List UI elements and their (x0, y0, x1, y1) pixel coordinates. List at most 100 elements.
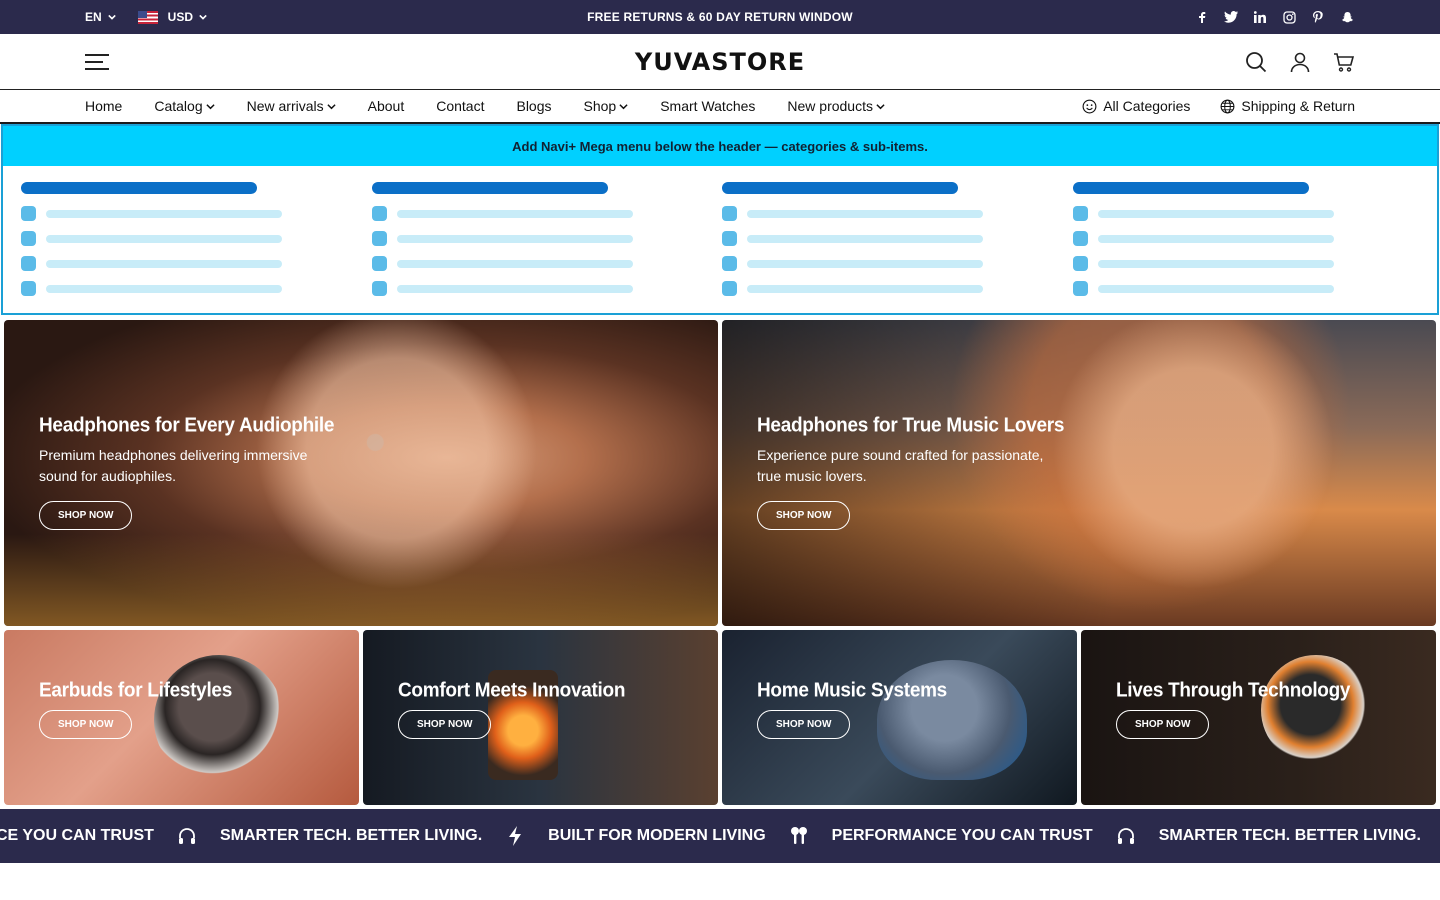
banner-description: Experience pure sound crafted for passio… (757, 447, 1044, 484)
banner-title: Comfort Meets Innovation (398, 679, 626, 702)
nav-item-label: Catalog (154, 98, 203, 114)
nav-item-label: Home (85, 98, 123, 114)
category-placeholder (21, 182, 257, 194)
chevron-down-icon (327, 103, 336, 109)
subitem-placeholder (1072, 231, 1422, 246)
search-icon[interactable] (1245, 51, 1267, 73)
subitem-placeholder (21, 256, 370, 271)
banner-home-music[interactable]: Home Music Systems SHOP NOW (722, 630, 1077, 805)
nav-item-shop[interactable]: Shop (584, 98, 629, 114)
nav-item-home[interactable]: Home (85, 98, 122, 114)
marquee-strip: RMANCE YOU CAN TRUST SMARTER TECH. BETTE… (0, 809, 1440, 863)
nav-item-blogs[interactable]: Blogs (516, 98, 551, 114)
marquee-item: RMANCE YOU CAN TRUST (0, 827, 154, 844)
subitem-placeholder (1072, 281, 1422, 296)
instagram-icon[interactable] (1281, 9, 1297, 25)
marquee-item: PERFORMANCE YOU CAN TRUST (831, 827, 1093, 844)
linkedin-icon[interactable] (1252, 9, 1268, 25)
announcement-bar: EN USD FREE RETURNS & 60 DAY RETURN WIND… (0, 0, 1440, 34)
nav-item-smart-watches[interactable]: Smart Watches (660, 98, 755, 114)
mega-menu-notice: Add Navi+ Mega menu below the header — c… (3, 126, 1437, 166)
currency-selector[interactable]: USD (137, 10, 207, 24)
subitem-placeholder (722, 206, 1071, 221)
nav-item-label: Smart Watches (660, 98, 756, 114)
lightning-icon (504, 825, 526, 847)
hero-banners: Headphones for Every Audiophile Premium … (0, 320, 1440, 626)
snapchat-icon[interactable] (1339, 9, 1355, 25)
mega-menu-column (19, 182, 370, 306)
subitem-placeholder (722, 281, 1071, 296)
all-categories-label: All Categories (1103, 98, 1191, 114)
chevron-down-icon (199, 14, 207, 20)
subitem-placeholder (1072, 256, 1422, 271)
banner-technology[interactable]: Lives Through Technology SHOP NOW (1081, 630, 1436, 805)
store-logo[interactable]: YUVASTORE (635, 48, 805, 76)
facebook-icon[interactable] (1194, 9, 1210, 25)
subitem-placeholder (21, 281, 370, 296)
menu-icon[interactable] (85, 53, 109, 70)
mega-menu-column (370, 182, 721, 306)
chevron-down-icon (619, 103, 628, 109)
us-flag-icon (137, 10, 158, 24)
shop-now-button[interactable]: SHOP NOW (398, 710, 492, 739)
marquee-item: BUILT FOR MODERN LIVING (548, 827, 766, 844)
banner-title: Home Music Systems (757, 679, 947, 702)
banner-content: Home Music Systems SHOP NOW (757, 679, 947, 739)
banner-content: Comfort Meets Innovation SHOP NOW (398, 679, 626, 739)
shop-now-button[interactable]: SHOP NOW (1116, 710, 1210, 739)
nav-links: Home Catalog New arrivals About Contact … (85, 98, 885, 114)
account-icon[interactable] (1289, 51, 1311, 73)
nav-item-label: Shop (583, 98, 617, 114)
mega-menu-column (720, 182, 1071, 306)
language-selector[interactable]: EN (85, 10, 116, 24)
twitter-icon[interactable] (1223, 9, 1239, 25)
shop-now-button[interactable]: SHOP NOW (39, 501, 133, 530)
banner-music-lovers[interactable]: Headphones for True Music Lovers Experie… (722, 320, 1436, 626)
chevron-down-icon (876, 103, 885, 109)
shop-now-button[interactable]: SHOP NOW (757, 501, 851, 530)
banner-description: Premium headphones delivering immersive … (39, 447, 308, 484)
nav-item-label: New products (787, 98, 873, 114)
main-navigation: Home Catalog New arrivals About Contact … (0, 90, 1440, 124)
nav-item-new-products[interactable]: New products (787, 98, 885, 114)
headphones-icon (1115, 825, 1137, 847)
site-header: YUVASTORE (0, 34, 1440, 90)
nav-item-contact[interactable]: Contact (436, 98, 484, 114)
headphones-icon (176, 825, 198, 847)
chevron-down-icon (107, 14, 116, 20)
chevron-down-icon (206, 103, 215, 109)
subitem-placeholder (371, 256, 721, 271)
shop-now-button[interactable]: SHOP NOW (39, 710, 133, 739)
nav-item-about[interactable]: About (368, 98, 405, 114)
banner-content: Earbuds for Lifestyles SHOP NOW (39, 679, 232, 739)
shipping-return-link[interactable]: Shipping & Return (1220, 98, 1355, 114)
nav-item-label: New arrivals (246, 98, 324, 114)
banner-content: Lives Through Technology SHOP NOW (1116, 679, 1350, 739)
category-placeholder (722, 182, 958, 194)
nav-item-new-arrivals[interactable]: New arrivals (247, 98, 336, 114)
category-placeholder (371, 182, 608, 194)
cart-icon[interactable] (1333, 51, 1355, 73)
banner-comfort[interactable]: Comfort Meets Innovation SHOP NOW (363, 630, 718, 805)
globe-icon (1220, 99, 1235, 113)
locale-selectors: EN USD (85, 10, 207, 24)
shop-now-button[interactable]: SHOP NOW (757, 710, 851, 739)
marquee-track: RMANCE YOU CAN TRUST SMARTER TECH. BETTE… (0, 825, 1440, 847)
banner-content: Headphones for True Music Lovers Experie… (757, 414, 1064, 530)
pinterest-icon[interactable] (1310, 9, 1326, 25)
all-categories-link[interactable]: All Categories (1082, 98, 1190, 114)
currency-value: USD (167, 10, 194, 24)
shipping-return-label: Shipping & Return (1241, 98, 1355, 114)
smiley-icon (1082, 99, 1097, 113)
banner-earbuds[interactable]: Earbuds for Lifestyles SHOP NOW (4, 630, 359, 805)
language-value: EN (85, 10, 102, 24)
nav-item-label: Contact (436, 98, 485, 114)
banner-audiophile[interactable]: Headphones for Every Audiophile Premium … (4, 320, 718, 626)
subitem-placeholder (371, 281, 721, 296)
marquee-item: SMARTER TECH. BETTER LIVING. (1158, 827, 1421, 844)
nav-item-label: Blogs (516, 98, 552, 114)
nav-item-catalog[interactable]: Catalog (154, 98, 215, 114)
earbuds-icon (788, 825, 810, 847)
mega-menu-columns (3, 166, 1437, 306)
header-actions (1245, 51, 1355, 73)
